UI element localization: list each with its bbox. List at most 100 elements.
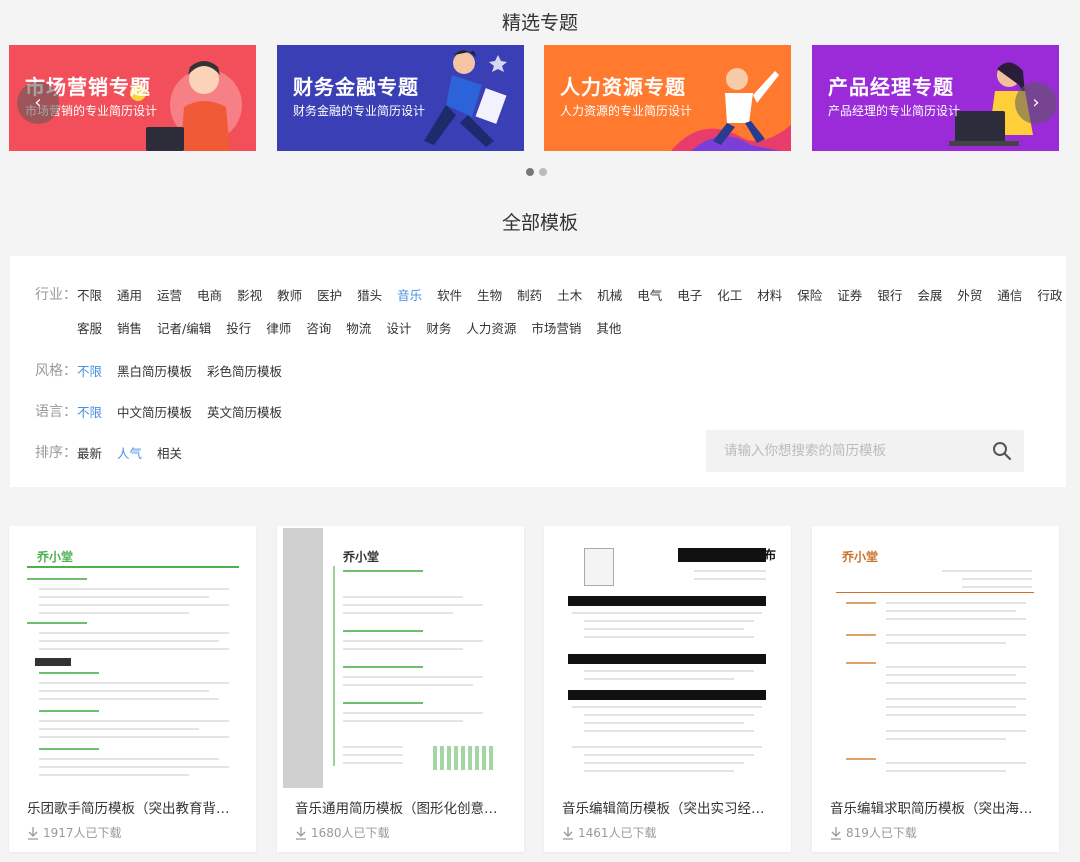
banner-hr[interactable]: 人力资源专题 人力资源的专业简历设计 — [544, 45, 791, 151]
language-option[interactable]: 不限 — [77, 402, 102, 421]
banner-subtitle: 产品经理的专业简历设计 — [828, 104, 961, 118]
template-card[interactable]: 乔小堂 音乐通用简历模板（图形化创意简历… 1680人已下载 — [277, 526, 524, 852]
industry-option[interactable]: 教师 — [277, 285, 302, 304]
style-option[interactable]: 黑白简历模板 — [117, 361, 192, 380]
industry-option[interactable]: 律师 — [266, 318, 291, 337]
industry-option[interactable]: 软件 — [437, 285, 462, 304]
language-option[interactable]: 中文简历模板 — [117, 402, 192, 421]
download-icon — [28, 826, 38, 840]
template-title[interactable]: 音乐编辑求职简历模板（突出海外交… — [830, 797, 1045, 817]
industry-option[interactable]: 市场营销 — [531, 318, 581, 337]
industry-option[interactable]: 化工 — [717, 285, 742, 304]
industry-label: 行业： — [35, 287, 77, 303]
industry-option[interactable]: 电商 — [197, 285, 222, 304]
industry-option[interactable]: 财务 — [426, 318, 451, 337]
language-option[interactable]: 英文简历模板 — [207, 402, 282, 421]
industry-option[interactable]: 不限 — [77, 285, 102, 304]
banner-title: 产品经理专题 — [828, 75, 954, 99]
template-thumbnail[interactable]: 乔小堂 — [277, 526, 524, 788]
template-card[interactable]: 乔小堂 乐团歌手简历模板（突出教育背景，… 1917人已下载 — [9, 526, 256, 852]
download-icon — [831, 826, 841, 840]
download-count-text: 819人已下载 — [846, 826, 917, 840]
industry-option[interactable]: 通信 — [997, 285, 1022, 304]
industry-option[interactable]: 运营 — [157, 285, 182, 304]
template-card[interactable]: 乔小堂 音乐编辑求职简历模板（突出海外交… 819人已下载 — [812, 526, 1059, 852]
download-count-text: 1680人已下载 — [311, 826, 390, 840]
industry-option[interactable]: 机械 — [597, 285, 622, 304]
template-thumbnail[interactable]: 乔小布 — [544, 526, 791, 788]
sort-filter-row: 排序： 最新 人气 相关 — [35, 442, 197, 462]
template-title[interactable]: 音乐编辑简历模板（突出实习经历） — [562, 797, 777, 817]
download-count: 1680人已下载 — [295, 824, 390, 841]
search-input[interactable] — [724, 430, 974, 472]
style-filter-row: 风格： 不限 黑白简历模板 彩色简历模板 — [35, 360, 297, 380]
carousel-prev-button[interactable]: ‹ — [17, 82, 59, 124]
industry-option[interactable]: 保险 — [797, 285, 822, 304]
language-label: 语言： — [35, 404, 77, 420]
carousel-dots — [526, 168, 547, 176]
template-title[interactable]: 乐团歌手简历模板（突出教育背景，… — [27, 797, 242, 817]
industry-option[interactable]: 记者/编辑 — [157, 318, 211, 337]
industry-option[interactable]: 通用 — [117, 285, 142, 304]
industry-option[interactable]: 咨询 — [306, 318, 331, 337]
industry-option[interactable]: 物流 — [346, 318, 371, 337]
download-count: 1917人已下载 — [27, 824, 122, 841]
sort-label: 排序： — [35, 445, 77, 461]
industry-option[interactable]: 音乐 — [397, 285, 422, 304]
template-title[interactable]: 音乐通用简历模板（图形化创意简历… — [295, 797, 510, 817]
sort-option[interactable]: 人气 — [117, 443, 142, 462]
search-icon[interactable] — [992, 441, 1012, 461]
template-card[interactable]: 乔小布 音乐编辑简历模板（突出实习经历） 1461人已下载 — [544, 526, 791, 852]
download-icon — [296, 826, 306, 840]
carousel-next-button[interactable]: › — [1015, 82, 1057, 124]
industry-option[interactable]: 生物 — [477, 285, 502, 304]
industry-option[interactable]: 医护 — [317, 285, 342, 304]
industry-option[interactable]: 银行 — [877, 285, 902, 304]
language-filter-row: 语言： 不限 中文简历模板 英文简历模板 — [35, 401, 297, 421]
search-box — [706, 430, 1024, 472]
banner-finance[interactable]: 财务金融专题 财务金融的专业简历设计 — [277, 45, 524, 151]
resume-name: 乔小堂 — [842, 550, 879, 564]
banner-subtitle: 财务金融的专业简历设计 — [293, 104, 426, 118]
industry-option[interactable]: 其他 — [596, 318, 621, 337]
industry-option[interactable]: 行政 — [1037, 285, 1062, 304]
industry-option[interactable]: 销售 — [117, 318, 142, 337]
sort-option[interactable]: 相关 — [157, 443, 182, 462]
filter-panel: 行业： 不限 通用 运营 电商 影视 教师 医护 猎头 音乐 软件 生物 制药 土木 机械 电气 电子 化工 材料… — [10, 256, 1066, 487]
industry-option[interactable]: 制药 — [517, 285, 542, 304]
chevron-right-icon: › — [1032, 92, 1040, 113]
industry-option[interactable]: 土木 — [557, 285, 582, 304]
carousel-dot[interactable] — [539, 168, 547, 176]
download-count: 1461人已下载 — [562, 824, 657, 841]
industry-option[interactable]: 客服 — [77, 318, 102, 337]
download-count: 819人已下载 — [830, 824, 917, 841]
banner-title: 财务金融专题 — [293, 75, 419, 99]
resume-name: 乔小布 — [740, 548, 777, 562]
style-label: 风格： — [35, 363, 77, 379]
industry-option[interactable]: 证券 — [837, 285, 862, 304]
banner-title: 人力资源专题 — [560, 75, 686, 99]
industry-option[interactable]: 影视 — [237, 285, 262, 304]
industry-option[interactable]: 材料 — [757, 285, 782, 304]
industry-option[interactable]: 设计 — [386, 318, 411, 337]
style-option[interactable]: 彩色简历模板 — [207, 361, 282, 380]
banner-subtitle: 人力资源的专业简历设计 — [560, 104, 693, 118]
download-icon — [563, 826, 573, 840]
industry-option[interactable]: 会展 — [917, 285, 942, 304]
industry-option[interactable]: 人力资源 — [466, 318, 516, 337]
industry-option[interactable]: 外贸 — [957, 285, 982, 304]
industry-filter-row: 行业： 不限 通用 运营 电商 影视 教师 医护 猎头 音乐 软件 生物 制药 土木 机械 电气 电子 化工 材料… — [35, 284, 1077, 304]
download-count-text: 1461人已下载 — [578, 826, 657, 840]
style-option[interactable]: 不限 — [77, 361, 102, 380]
industry-option[interactable]: 猎头 — [357, 285, 382, 304]
industry-option[interactable]: 电子 — [677, 285, 702, 304]
sort-option[interactable]: 最新 — [77, 443, 102, 462]
industry-option[interactable]: 电气 — [637, 285, 662, 304]
industry-option[interactable]: 投行 — [226, 318, 251, 337]
carousel-dot[interactable] — [526, 168, 534, 176]
featured-section-title: 精选专题 — [501, 12, 578, 34]
template-thumbnail[interactable]: 乔小堂 — [9, 526, 256, 788]
download-count-text: 1917人已下载 — [43, 826, 122, 840]
all-templates-title: 全部模板 — [501, 212, 578, 234]
template-thumbnail[interactable]: 乔小堂 — [812, 526, 1059, 788]
